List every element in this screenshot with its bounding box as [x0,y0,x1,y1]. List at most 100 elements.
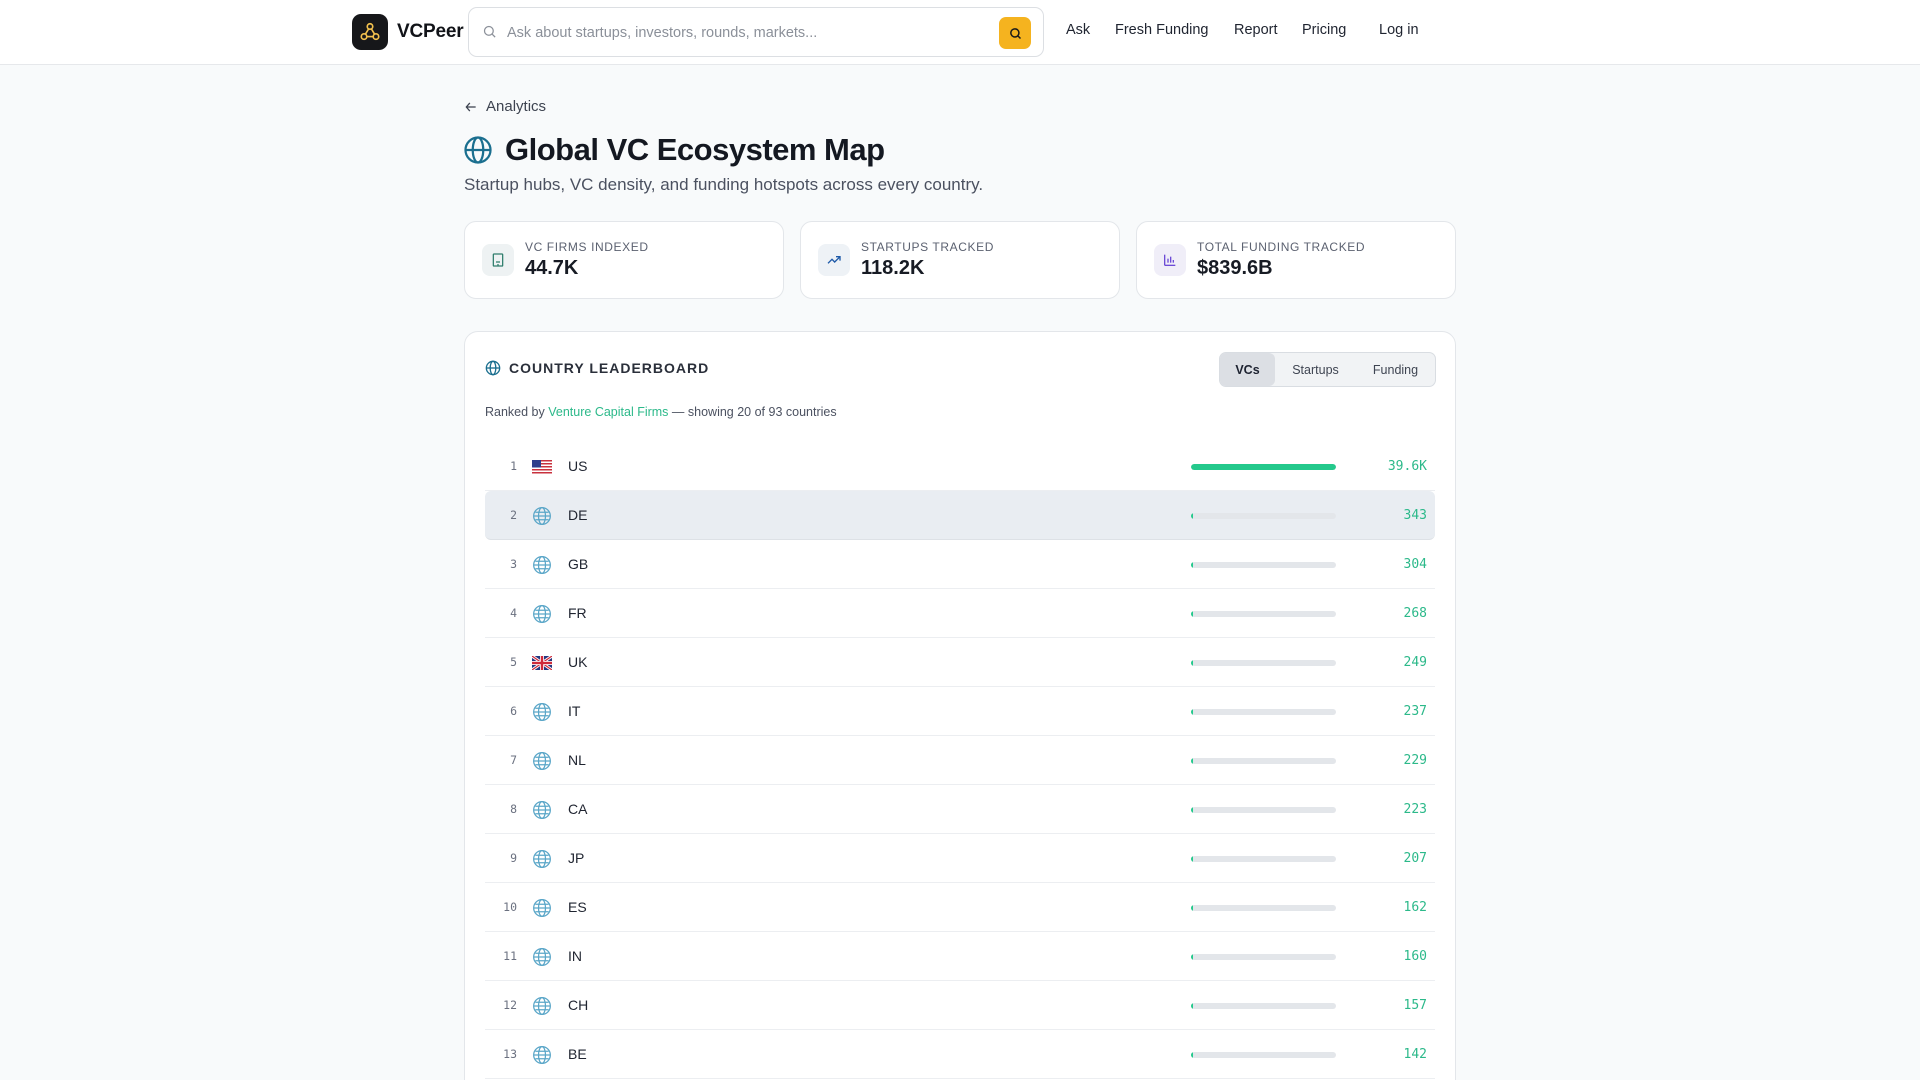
row-rank: 9 [510,851,517,865]
row-bar-fill [1191,758,1193,764]
row-bar-fill [1191,1052,1193,1058]
row-bar-track [1191,464,1336,470]
brand-name: VCPeer [397,21,464,42]
row-value: 229 [1403,753,1427,768]
row-rank: 1 [510,459,517,473]
ranked-metric-link[interactable]: Venture Capital Firms [548,405,668,419]
leaderboard-header: COUNTRY LEADERBOARD [485,360,709,376]
row-rank: 4 [510,606,517,620]
search-submit-button[interactable] [999,17,1031,49]
row-value: 343 [1403,508,1427,523]
row-value: 160 [1403,949,1427,964]
globe-icon [531,750,552,771]
row-bar-fill [1191,807,1193,813]
table-row[interactable]: 1 US 39.6K [485,442,1435,491]
trending-up-icon [818,244,850,276]
row-value: 223 [1403,802,1427,817]
leaderboard-rows: 1 US 39.6K 2 DE 343 3 GB 304 4 FR 268 5 UK 249 6 IT 237 7 N… [485,442,1435,1079]
page-title: Global VC Ecosystem Map [505,132,885,167]
row-value: 162 [1403,900,1427,915]
building-icon [482,244,514,276]
row-value: 237 [1403,704,1427,719]
stat-card-startups: STARTUPS TRACKED 118.2K [800,221,1120,299]
page-subtitle: Startup hubs, VC density, and funding ho… [464,175,984,194]
search-icon [1009,27,1021,39]
search-icon [482,24,497,44]
nav-pricing[interactable]: Pricing [1302,22,1346,38]
globe-icon [531,897,552,918]
row-rank: 12 [503,998,517,1012]
nav-login[interactable]: Log in [1379,22,1419,38]
nav-fresh-funding[interactable]: Fresh Funding [1115,22,1209,38]
country-leaderboard: COUNTRY LEADERBOARD VCs Startups Funding… [464,331,1456,1080]
globe-icon [531,505,552,526]
table-row[interactable]: 3 GB 304 [485,540,1435,589]
globe-icon [531,799,552,820]
title-row: Global VC Ecosystem Map [463,132,885,168]
globe-icon [464,136,492,164]
stat-value: $839.6B [1197,257,1273,279]
row-bar-fill [1191,709,1193,715]
nav-ask[interactable]: Ask [1066,22,1090,38]
row-bar-track [1191,1052,1336,1058]
table-row[interactable]: 12 CH 157 [485,981,1435,1030]
row-country-code: US [568,458,588,474]
us-flag-icon [531,456,552,477]
search-input[interactable] [507,20,987,46]
arrow-left-icon [465,101,476,112]
row-rank: 5 [510,655,517,669]
stat-value: 44.7K [525,257,579,279]
row-country-code: IN [568,948,582,964]
globe-icon [531,946,552,967]
table-row[interactable]: 7 NL 229 [485,736,1435,785]
row-bar-track [1191,954,1336,960]
row-country-code: ES [568,899,587,915]
row-rank: 11 [503,949,517,963]
row-bar-track [1191,611,1336,617]
row-country-code: UK [568,654,588,670]
row-bar-track [1191,905,1336,911]
uk-flag-icon [531,652,552,673]
row-bar-fill [1191,856,1193,862]
table-row[interactable]: 5 UK 249 [485,638,1435,687]
row-bar-fill [1191,513,1193,519]
row-bar-track [1191,562,1336,568]
table-row[interactable]: 2 DE 343 [485,491,1435,540]
row-rank: 2 [510,508,517,522]
table-row[interactable]: 9 JP 207 [485,834,1435,883]
table-row[interactable]: 4 FR 268 [485,589,1435,638]
metric-toggle: VCs Startups Funding [1219,352,1436,387]
logo-icon [352,14,388,50]
row-bar-track [1191,856,1336,862]
table-row[interactable]: 13 BE 142 [485,1030,1435,1079]
globe-icon [531,995,552,1016]
row-bar-fill [1191,660,1193,666]
row-rank: 3 [510,557,517,571]
top-navbar: VCPeer Ask Fresh Funding Report Pricing … [0,0,1920,65]
table-row[interactable]: 6 IT 237 [485,687,1435,736]
row-value: 39.6K [1387,459,1427,474]
row-bar-track [1191,807,1336,813]
globe-icon [531,554,552,575]
brand[interactable]: VCPeer [352,14,464,50]
tab-funding[interactable]: Funding [1356,353,1435,386]
row-bar-fill [1191,954,1193,960]
table-row[interactable]: 10 ES 162 [485,883,1435,932]
stat-card-vc-firms: VC FIRMS INDEXED 44.7K [464,221,784,299]
table-row[interactable]: 11 IN 160 [485,932,1435,981]
back-link-label: Analytics [486,98,547,115]
row-bar-track [1191,1003,1336,1009]
nav-report[interactable]: Report [1234,22,1278,38]
row-country-code: FR [568,605,587,621]
table-row[interactable]: 8 CA 223 [485,785,1435,834]
tab-vcs[interactable]: VCs [1220,353,1275,386]
row-country-code: JP [568,850,585,866]
row-country-code: CA [568,801,588,817]
row-country-code: NL [568,752,586,768]
row-bar-fill [1191,611,1193,617]
row-value: 249 [1403,655,1427,670]
back-link[interactable]: Analytics [464,98,546,115]
ranked-by-caption: Ranked by Venture Capital Firms — showin… [485,405,837,419]
row-rank: 13 [503,1047,517,1061]
tab-startups[interactable]: Startups [1275,353,1356,386]
